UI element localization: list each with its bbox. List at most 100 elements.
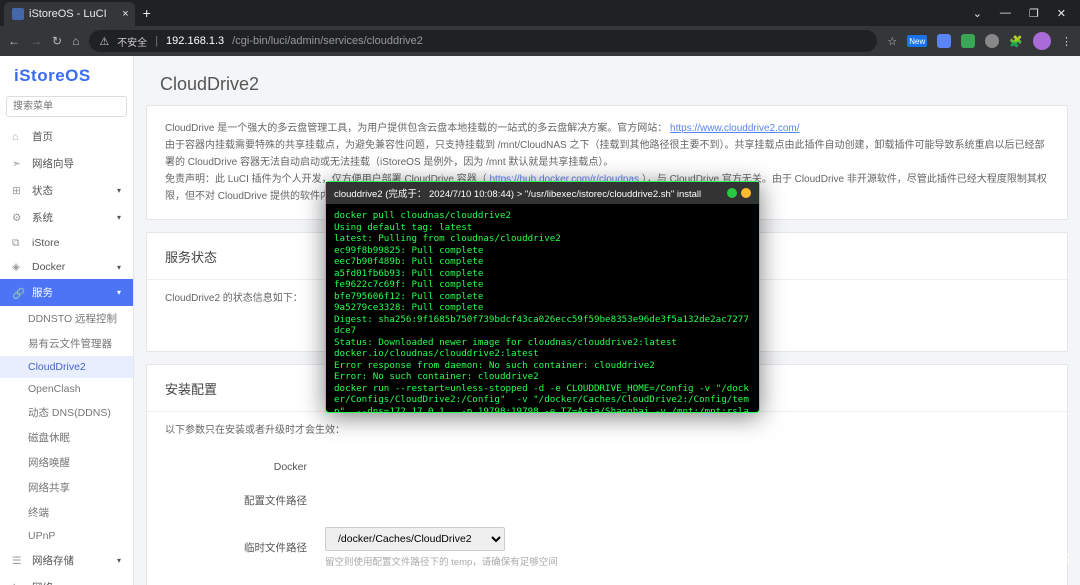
docker-label: Docker [165,459,325,477]
browser-tab-strip: iStoreOS - LuCI × + ⌄ — ❐ ✕ [0,0,1080,26]
temp-hint: 留空则使用配置文件路径下的 temp，请确保有足够空间 [325,555,1049,571]
reload-button[interactable]: ↻ [52,34,62,48]
new-tab-button[interactable]: + [143,5,151,21]
chevron-down-icon: ▾ [117,556,121,565]
menu-icon[interactable]: ⋮ [1061,35,1072,48]
browser-toolbar: ← → ↻ ⌂ ⚠ 不安全 | 192.168.1.3/cgi-bin/luci… [0,26,1080,56]
page-title: CloudDrive2 [134,56,1080,105]
sidebar-item-label: 首页 [32,129,53,144]
bookmark-icon[interactable]: ☆ [887,35,897,48]
form-row-docker: Docker [165,451,1049,485]
watermark-icon: 值 [975,541,1009,575]
chevron-down-icon: ▾ [117,186,121,195]
terminal-titlebar[interactable]: clouddrive2 (完成于： 2024/7/10 10:08:44) > … [326,182,759,204]
sidebar-sub-item[interactable]: CloudDrive2 [0,356,133,378]
sidebar-sub-item[interactable]: 网络共享 [0,475,133,500]
sidebar-item-label: 系统 [32,210,53,225]
favicon [12,8,24,20]
tab-title: iStoreOS - LuCI [29,8,107,20]
sidebar: iStoreOS ⌂首页➣网络向导⊞状态▾⚙系统▾⧉iStore◈Docker▾… [0,56,134,585]
form-row-share: 共享 /mnt CloudDrive 能够读写 /mnt 下的其他挂载点，用于支… [165,579,1049,585]
home-button[interactable]: ⌂ [72,34,79,48]
window-maximize-icon[interactable]: ❐ [1029,7,1039,20]
sidebar-sub-item[interactable]: DDNSTO 远程控制 [0,306,133,331]
terminal-window[interactable]: clouddrive2 (完成于： 2024/7/10 10:08:44) > … [325,181,760,413]
terminal-max-icon[interactable] [741,188,751,198]
config-label: 配置文件路径 [165,493,325,511]
net-icon: ⇆ [12,582,24,585]
window-controls: ⌄ — ❐ ✕ [973,7,1080,20]
docker-icon: ◈ [12,261,24,273]
watermark: 值 什么值得买 [975,541,1070,575]
insecure-icon: ⚠ [99,35,109,48]
extension-icon[interactable] [937,34,951,48]
window-dropdown-icon[interactable]: ⌄ [973,7,982,20]
sidebar-sub-item[interactable]: 网络唤醒 [0,450,133,475]
sidebar-sub-item[interactable]: 磁盘休眠 [0,425,133,450]
sidebar-item-compass[interactable]: ➣ 网络向导 [0,150,133,177]
intro-text: CloudDrive 是一个强大的多云盘管理工具，为用户提供包含云盘本地挂载的一… [165,123,667,134]
sidebar-item-net[interactable]: ⇆网络▾ [0,574,133,585]
logo: iStoreOS [0,56,133,94]
sidebar-item-label: 网络 [32,580,53,585]
sidebar-item-label: 状态 [32,183,53,198]
status-text: CloudDrive2 的状态信息如下： [165,293,303,304]
chevron-down-icon: ▾ [117,213,121,222]
extension-icon[interactable] [961,34,975,48]
temp-label: 临时文件路径 [165,540,325,558]
sidebar-search [6,96,127,117]
new-badge-icon[interactable]: New [907,35,927,47]
sidebar-item-home[interactable]: ⌂ 首页 [0,123,133,150]
sidebar-item-store[interactable]: ⧉ iStore [0,231,133,255]
watermark-text: 什么值得买 [1015,550,1070,566]
official-site-link[interactable]: https://www.clouddrive2.com/ [670,123,800,134]
terminal-title: clouddrive2 (完成于： 2024/7/10 10:08:44) > … [334,186,701,200]
sidebar-sub-item[interactable]: 终端 [0,500,133,525]
sidebar-sub-item[interactable]: UPnP [0,525,133,547]
terminal-body[interactable]: docker pull cloudnas/clouddrive2 Using d… [326,204,759,412]
search-input[interactable] [6,96,127,117]
sidebar-item-label: 网络向导 [32,156,74,171]
extension-icon[interactable] [985,34,999,48]
profile-avatar[interactable] [1033,32,1051,50]
sidebar-item-label: Docker [32,261,65,273]
sidebar-item-system[interactable]: ⚙系统▾ [0,204,133,231]
compass-icon: ➣ [12,158,24,170]
sidebar-item-label: 网络存储 [32,553,74,568]
extensions-menu-icon[interactable]: 🧩 [1009,35,1023,48]
url-path: /cgi-bin/luci/admin/services/clouddrive2 [232,35,423,47]
temp-path-select[interactable]: /docker/Caches/CloudDrive2 [325,527,505,551]
sidebar-sub-item[interactable]: 动态 DNS(DDNS) [0,400,133,425]
install-note: 以下参数只在安装或者升级时才会生效： [165,425,345,436]
sidebar-item-nas[interactable]: ☰ 网络存储 ▾ [0,547,133,574]
home-icon: ⌂ [12,131,24,143]
sidebar-sub-item[interactable]: OpenClash [0,378,133,400]
store-icon: ⧉ [12,237,24,249]
nas-icon: ☰ [12,555,24,567]
browser-tab[interactable]: iStoreOS - LuCI × [4,2,135,26]
window-close-icon[interactable]: ✕ [1057,7,1066,20]
address-bar[interactable]: ⚠ 不安全 | 192.168.1.3/cgi-bin/luci/admin/s… [89,30,877,52]
terminal-output: docker pull cloudnas/clouddrive2 Using d… [334,210,751,412]
sidebar-item-label: iStore [32,237,59,249]
terminal-min-icon[interactable] [727,188,737,198]
sidebar-item-label: 服务 [32,285,53,300]
sidebar-item-docker[interactable]: ◈ Docker ▾ [0,255,133,279]
sidebar-nav: ⌂首页➣网络向导⊞状态▾⚙系统▾⧉iStore◈Docker▾ 🔗 服务 ▾ D… [0,123,133,585]
link-icon: 🔗 [12,287,24,299]
sidebar-item-status[interactable]: ⊞ 状态 ▾ [0,177,133,204]
url-host: 192.168.1.3 [166,35,224,47]
forward-button[interactable]: → [30,34,42,48]
sidebar-sub-item[interactable]: 易有云文件管理器 [0,331,133,356]
sidebar-item-services[interactable]: 🔗 服务 ▾ [0,279,133,306]
window-minimize-icon[interactable]: — [1000,7,1011,20]
insecure-label: 不安全 [117,34,147,49]
status-icon: ⊞ [12,185,24,197]
chevron-down-icon: ▾ [117,263,121,272]
form-row-config: 配置文件路径 [165,485,1049,519]
intro-text: 由于容器内挂载需要特殊的共享挂载点，为避免兼容性问题，只支持挂载到 /mnt/C… [165,140,1044,168]
back-button[interactable]: ← [8,34,20,48]
close-tab-icon[interactable]: × [122,8,128,20]
form-row-temp: 临时文件路径 /docker/Caches/CloudDrive2 留空则使用配… [165,519,1049,579]
chevron-down-icon: ▾ [117,288,121,297]
